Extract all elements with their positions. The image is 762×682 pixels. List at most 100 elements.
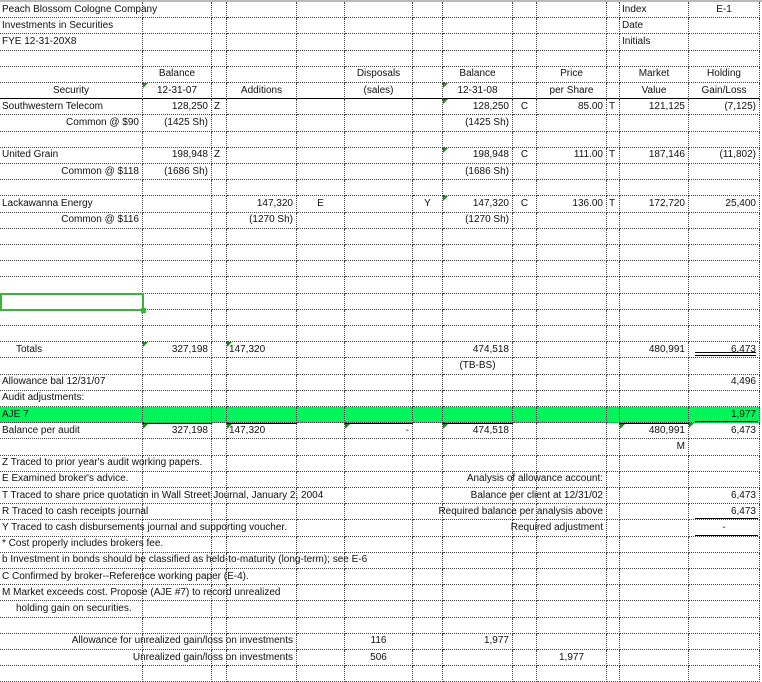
cell-r24-c5[interactable] <box>297 374 345 391</box>
cell-r22-c9[interactable] <box>513 342 537 359</box>
cell-r12-c5[interactable] <box>297 180 345 197</box>
cell-r17-c3[interactable] <box>212 261 227 278</box>
cell-r23-c3[interactable] <box>212 358 227 375</box>
cell-r21-c6[interactable] <box>345 326 413 343</box>
cell-r18-c11[interactable] <box>607 277 620 294</box>
cell-r12-c3[interactable] <box>212 180 227 197</box>
cell-r25-c13[interactable] <box>689 390 760 407</box>
cell-r23-c8[interactable]: (TB-BS) <box>443 358 513 375</box>
cell-r10-c12[interactable]: 187,146 <box>620 147 689 164</box>
cell-r40-c12[interactable] <box>620 633 689 650</box>
cell-r18-c6[interactable] <box>345 277 413 294</box>
cell-r24-c11[interactable] <box>607 374 620 391</box>
cell-r19-c2[interactable] <box>143 293 212 310</box>
cell-r22-c11[interactable] <box>607 342 620 359</box>
cell-r2-c3[interactable] <box>212 18 227 35</box>
cell-r10-c4[interactable] <box>227 147 297 164</box>
cell-r37-c12[interactable] <box>620 585 689 602</box>
cell-r16-c3[interactable] <box>212 245 227 262</box>
cell-r8-c9[interactable] <box>513 115 537 132</box>
cell-r24-c6[interactable] <box>345 374 413 391</box>
cell-r4-c8[interactable] <box>443 50 513 67</box>
cell-r27-c5[interactable] <box>297 423 345 440</box>
cell-r13-c6[interactable] <box>345 196 413 213</box>
cell-r19-c3[interactable] <box>212 293 227 310</box>
cell-r11-c2[interactable]: (1686 Sh) <box>143 164 212 181</box>
cell-r21-c3[interactable] <box>212 326 227 343</box>
cell-r39-c8[interactable] <box>443 617 513 634</box>
cell-r17-c1[interactable] <box>0 261 143 278</box>
cell-r8-c3[interactable] <box>212 115 227 132</box>
cell-r22-c2[interactable]: 327,198 <box>143 342 212 359</box>
cell-r30-c2[interactable] <box>143 471 212 488</box>
cell-r9-c8[interactable] <box>443 131 513 148</box>
cell-r6-c13[interactable]: Gain/Loss <box>689 83 760 100</box>
cell-r2-c13[interactable] <box>689 18 760 35</box>
cell-r39-c2[interactable] <box>143 617 212 634</box>
cell-r26-c7[interactable] <box>413 407 443 424</box>
cell-r26-c1[interactable]: AJE 7 <box>0 407 143 424</box>
cell-r39-c12[interactable] <box>620 617 689 634</box>
cell-r39-c4[interactable] <box>227 617 297 634</box>
cell-r13-c5[interactable]: E <box>297 196 345 213</box>
cell-r1-c13[interactable]: E-1 <box>689 2 760 19</box>
cell-r21-c7[interactable] <box>413 326 443 343</box>
cell-r3-c13[interactable] <box>689 34 760 51</box>
cell-r27-c4[interactable]: 147,320 <box>227 423 297 440</box>
cell-r14-c2[interactable] <box>143 212 212 229</box>
cell-r4-c7[interactable] <box>413 50 443 67</box>
cell-r2-c12[interactable]: Date <box>620 18 689 35</box>
cell-r16-c8[interactable] <box>443 245 513 262</box>
cell-r11-c1[interactable]: Common @ $118 <box>0 164 143 181</box>
cell-r13-c4[interactable]: 147,320 <box>227 196 297 213</box>
cell-r42-c6[interactable] <box>345 666 413 682</box>
cell-r31-c11[interactable] <box>607 488 620 505</box>
cell-r11-c11[interactable] <box>607 164 620 181</box>
cell-r25-c6[interactable] <box>345 390 413 407</box>
cell-r3-c1[interactable]: FYE 12-31-20X8 <box>0 34 143 51</box>
cell-r17-c4[interactable] <box>227 261 297 278</box>
cell-r8-c6[interactable] <box>345 115 413 132</box>
cell-r31-c12[interactable] <box>620 488 689 505</box>
cell-r27-c3[interactable] <box>212 423 227 440</box>
cell-r20-c4[interactable] <box>227 309 297 326</box>
cell-r4-c5[interactable] <box>297 50 345 67</box>
cell-r20-c13[interactable] <box>689 309 760 326</box>
cell-r29-c11[interactable] <box>607 455 620 472</box>
cell-r33-c7[interactable] <box>413 520 443 537</box>
cell-r9-c7[interactable] <box>413 131 443 148</box>
cell-r3-c2[interactable] <box>143 34 212 51</box>
cell-r40-c7[interactable] <box>413 633 443 650</box>
cell-r29-c13[interactable] <box>689 455 760 472</box>
cell-r21-c1[interactable] <box>0 326 143 343</box>
cell-r15-c4[interactable] <box>227 228 297 245</box>
cell-r21-c11[interactable] <box>607 326 620 343</box>
cell-r8-c12[interactable] <box>620 115 689 132</box>
cell-r22-c13[interactable]: 6,473 <box>689 342 760 359</box>
cell-r27-c8[interactable]: 474,518 <box>443 423 513 440</box>
cell-r32-c13[interactable]: 6,473 <box>689 504 760 521</box>
cell-r5-c2[interactable]: Balance <box>143 66 212 83</box>
cell-r15-c11[interactable] <box>607 228 620 245</box>
cell-r37-c9[interactable] <box>513 585 537 602</box>
cell-r4-c12[interactable] <box>620 50 689 67</box>
cell-r17-c13[interactable] <box>689 261 760 278</box>
selected-cell-outline[interactable] <box>0 292 146 313</box>
cell-r38-c9[interactable] <box>513 601 537 618</box>
cell-r29-c5[interactable] <box>297 455 345 472</box>
cell-r16-c6[interactable] <box>345 245 413 262</box>
cell-r34-c5[interactable] <box>297 536 345 553</box>
cell-r38-c4[interactable] <box>227 601 297 618</box>
cell-r32-c3[interactable] <box>212 504 227 521</box>
cell-r26-c3[interactable] <box>212 407 227 424</box>
cell-r36-c5[interactable] <box>297 569 345 586</box>
cell-r12-c9[interactable] <box>513 180 537 197</box>
cell-r33-c8[interactable] <box>443 520 513 537</box>
cell-r20-c7[interactable] <box>413 309 443 326</box>
cell-r29-c3[interactable] <box>212 455 227 472</box>
cell-r41-c9[interactable] <box>513 650 537 667</box>
cell-r34-c1[interactable]: * Cost properly includes brokers fee. <box>0 536 163 553</box>
cell-r19-c10[interactable] <box>537 293 607 310</box>
cell-r1-c9[interactable] <box>513 2 537 19</box>
cell-r5-c8[interactable]: Balance <box>443 66 513 83</box>
